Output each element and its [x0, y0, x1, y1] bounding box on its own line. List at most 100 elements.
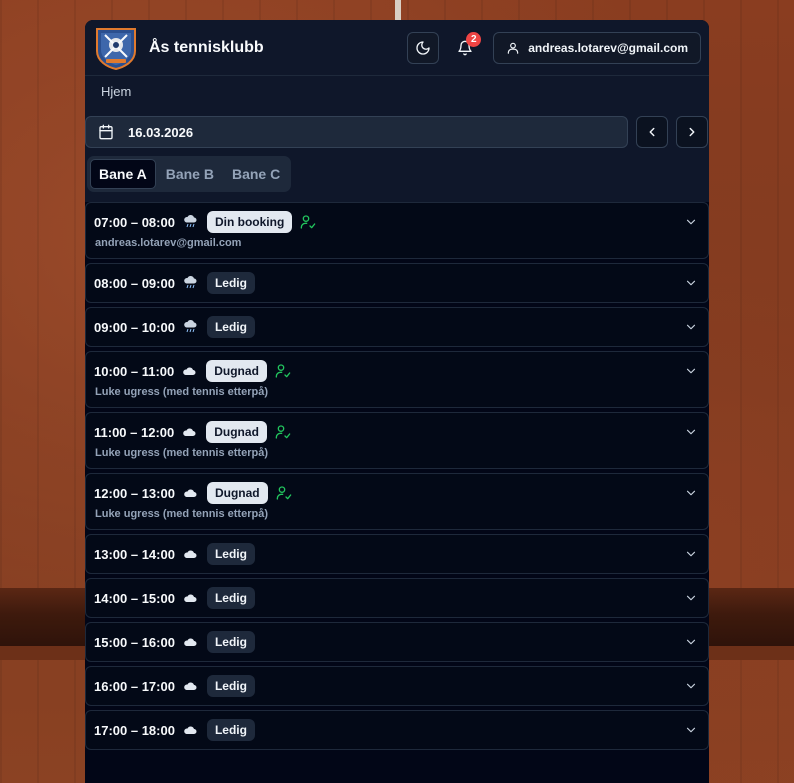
slot-status-badge: Ledig	[206, 631, 255, 653]
slot-details: Luke ugress (med tennis etterpå)	[95, 508, 268, 520]
time-slot-header: 15:00 – 16:00 Ledig	[94, 623, 700, 661]
time-slot-header: 12:00 – 13:00 Dugnad	[94, 474, 700, 512]
slot-time: 10:00 – 11:00	[94, 363, 175, 379]
slot-time: 11:00 – 12:00	[94, 424, 175, 440]
slot-details: Luke ugress (med tennis etterpå)	[95, 386, 268, 398]
chevron-down-icon[interactable]	[684, 635, 698, 649]
slot-status-badge: Ledig	[206, 543, 255, 565]
chevron-down-icon[interactable]	[684, 364, 698, 378]
cloud-icon	[183, 592, 199, 604]
chevron-down-icon[interactable]	[684, 276, 698, 290]
slot-time: 15:00 – 16:00	[94, 634, 175, 650]
user-menu-button[interactable]: andreas.lotarev@gmail.com	[493, 31, 701, 64]
breadcrumb: Hjem	[85, 76, 709, 106]
slot-status-badge: Ledig	[206, 719, 255, 741]
chevron-down-icon[interactable]	[684, 547, 698, 561]
tab-bane-a[interactable]: Bane A	[90, 159, 156, 189]
notification-count-badge: 2	[466, 31, 482, 47]
user-check-icon	[300, 214, 316, 230]
time-slot-5[interactable]: 12:00 – 13:00 Dugnad Luke ugress (med te…	[85, 473, 709, 530]
theme-toggle-button[interactable]	[407, 31, 440, 64]
rain-cloud-icon	[183, 276, 199, 289]
breadcrumb-home-link[interactable]: Hjem	[101, 84, 131, 99]
app-window: Ås tennisklubb 2 andreas.lotarev@gmail.c…	[85, 20, 709, 783]
cloud-icon	[183, 548, 199, 560]
time-slot-2[interactable]: 09:00 – 10:00 Ledig	[85, 307, 709, 347]
cloud-icon	[183, 636, 199, 648]
cloud-icon	[183, 680, 199, 692]
time-slot-3[interactable]: 10:00 – 11:00 Dugnad Luke ugress (med te…	[85, 351, 709, 408]
time-slot-4[interactable]: 11:00 – 12:00 Dugnad Luke ugress (med te…	[85, 412, 709, 469]
time-slot-list: 07:00 – 08:00 Din booking andreas.lotare…	[85, 202, 709, 750]
slot-status-badge: Din booking	[206, 211, 293, 233]
slot-status-badge: Dugnad	[206, 482, 268, 504]
rain-cloud-icon	[183, 215, 199, 228]
slot-details: andreas.lotarev@gmail.com	[95, 237, 242, 249]
time-slot-header: 17:00 – 18:00 Ledig	[94, 711, 700, 749]
cloud-icon	[183, 724, 199, 736]
slot-time: 17:00 – 18:00	[94, 722, 175, 738]
time-slot-0[interactable]: 07:00 – 08:00 Din booking andreas.lotare…	[85, 202, 709, 259]
time-slot-9[interactable]: 16:00 – 17:00 Ledig	[85, 666, 709, 706]
app-header: Ås tennisklubb 2 andreas.lotarev@gmail.c…	[85, 20, 709, 76]
slot-time: 08:00 – 09:00	[94, 275, 175, 291]
user-check-icon	[275, 363, 291, 379]
rain-cloud-icon	[183, 320, 199, 333]
time-slot-header: 07:00 – 08:00 Din booking	[94, 203, 700, 241]
time-slot-1[interactable]: 08:00 – 09:00 Ledig	[85, 263, 709, 303]
date-picker-field[interactable]: 16.03.2026	[85, 116, 628, 148]
court-line	[395, 0, 401, 20]
user-icon	[507, 42, 519, 54]
chevron-down-icon[interactable]	[684, 591, 698, 605]
slot-status-badge: Ledig	[206, 316, 255, 338]
time-slot-header: 10:00 – 11:00 Dugnad	[94, 352, 700, 390]
time-slot-7[interactable]: 14:00 – 15:00 Ledig	[85, 578, 709, 618]
slot-status-badge: Ledig	[206, 675, 255, 697]
date-row: 16.03.2026	[85, 116, 709, 148]
chevron-left-icon	[649, 127, 655, 137]
moon-icon	[416, 40, 430, 55]
notifications-button[interactable]: 2	[449, 31, 482, 64]
time-slot-header: 14:00 – 15:00 Ledig	[94, 579, 700, 617]
chevron-right-icon	[689, 127, 695, 137]
tab-bane-c[interactable]: Bane C	[224, 159, 288, 189]
chevron-down-icon[interactable]	[684, 425, 698, 439]
chevron-down-icon[interactable]	[684, 723, 698, 737]
slot-status-badge: Ledig	[206, 587, 255, 609]
previous-day-button[interactable]	[636, 116, 668, 148]
next-day-button[interactable]	[676, 116, 708, 148]
time-slot-header: 13:00 – 14:00 Ledig	[94, 535, 700, 573]
club-logo-icon[interactable]	[93, 25, 139, 71]
slot-status-badge: Dugnad	[206, 421, 267, 443]
chevron-down-icon[interactable]	[684, 215, 698, 229]
chevron-down-icon[interactable]	[684, 486, 698, 500]
slot-status-badge: Dugnad	[206, 360, 267, 382]
time-slot-header: 16:00 – 17:00 Ledig	[94, 667, 700, 705]
controls-panel: 16.03.2026 Bane A Bane B Bane C	[85, 106, 709, 202]
slot-details: Luke ugress (med tennis etterpå)	[95, 447, 268, 459]
chevron-down-icon[interactable]	[684, 679, 698, 693]
time-slot-header: 11:00 – 12:00 Dugnad	[94, 413, 700, 451]
time-slot-header: 08:00 – 09:00 Ledig	[94, 264, 700, 302]
cloud-icon	[183, 487, 199, 499]
slot-time: 09:00 – 10:00	[94, 319, 175, 335]
user-check-icon	[275, 424, 291, 440]
cloud-icon	[182, 426, 198, 438]
slot-time: 07:00 – 08:00	[94, 214, 175, 230]
tab-bane-b[interactable]: Bane B	[158, 159, 222, 189]
cloud-icon	[182, 365, 198, 377]
time-slot-header: 09:00 – 10:00 Ledig	[94, 308, 700, 346]
user-email-label: andreas.lotarev@gmail.com	[528, 40, 688, 55]
slot-time: 13:00 – 14:00	[94, 546, 175, 562]
selected-date: 16.03.2026	[128, 124, 194, 140]
court-tabs: Bane A Bane B Bane C	[87, 156, 292, 192]
slot-time: 14:00 – 15:00	[94, 590, 175, 606]
time-slot-6[interactable]: 13:00 – 14:00 Ledig	[85, 534, 709, 574]
chevron-down-icon[interactable]	[684, 320, 698, 334]
user-check-icon	[276, 485, 292, 501]
time-slot-8[interactable]: 15:00 – 16:00 Ledig	[85, 622, 709, 662]
time-slot-10[interactable]: 17:00 – 18:00 Ledig	[85, 710, 709, 750]
slot-time: 16:00 – 17:00	[94, 678, 175, 694]
slot-time: 12:00 – 13:00	[94, 485, 175, 501]
calendar-icon	[99, 124, 113, 140]
